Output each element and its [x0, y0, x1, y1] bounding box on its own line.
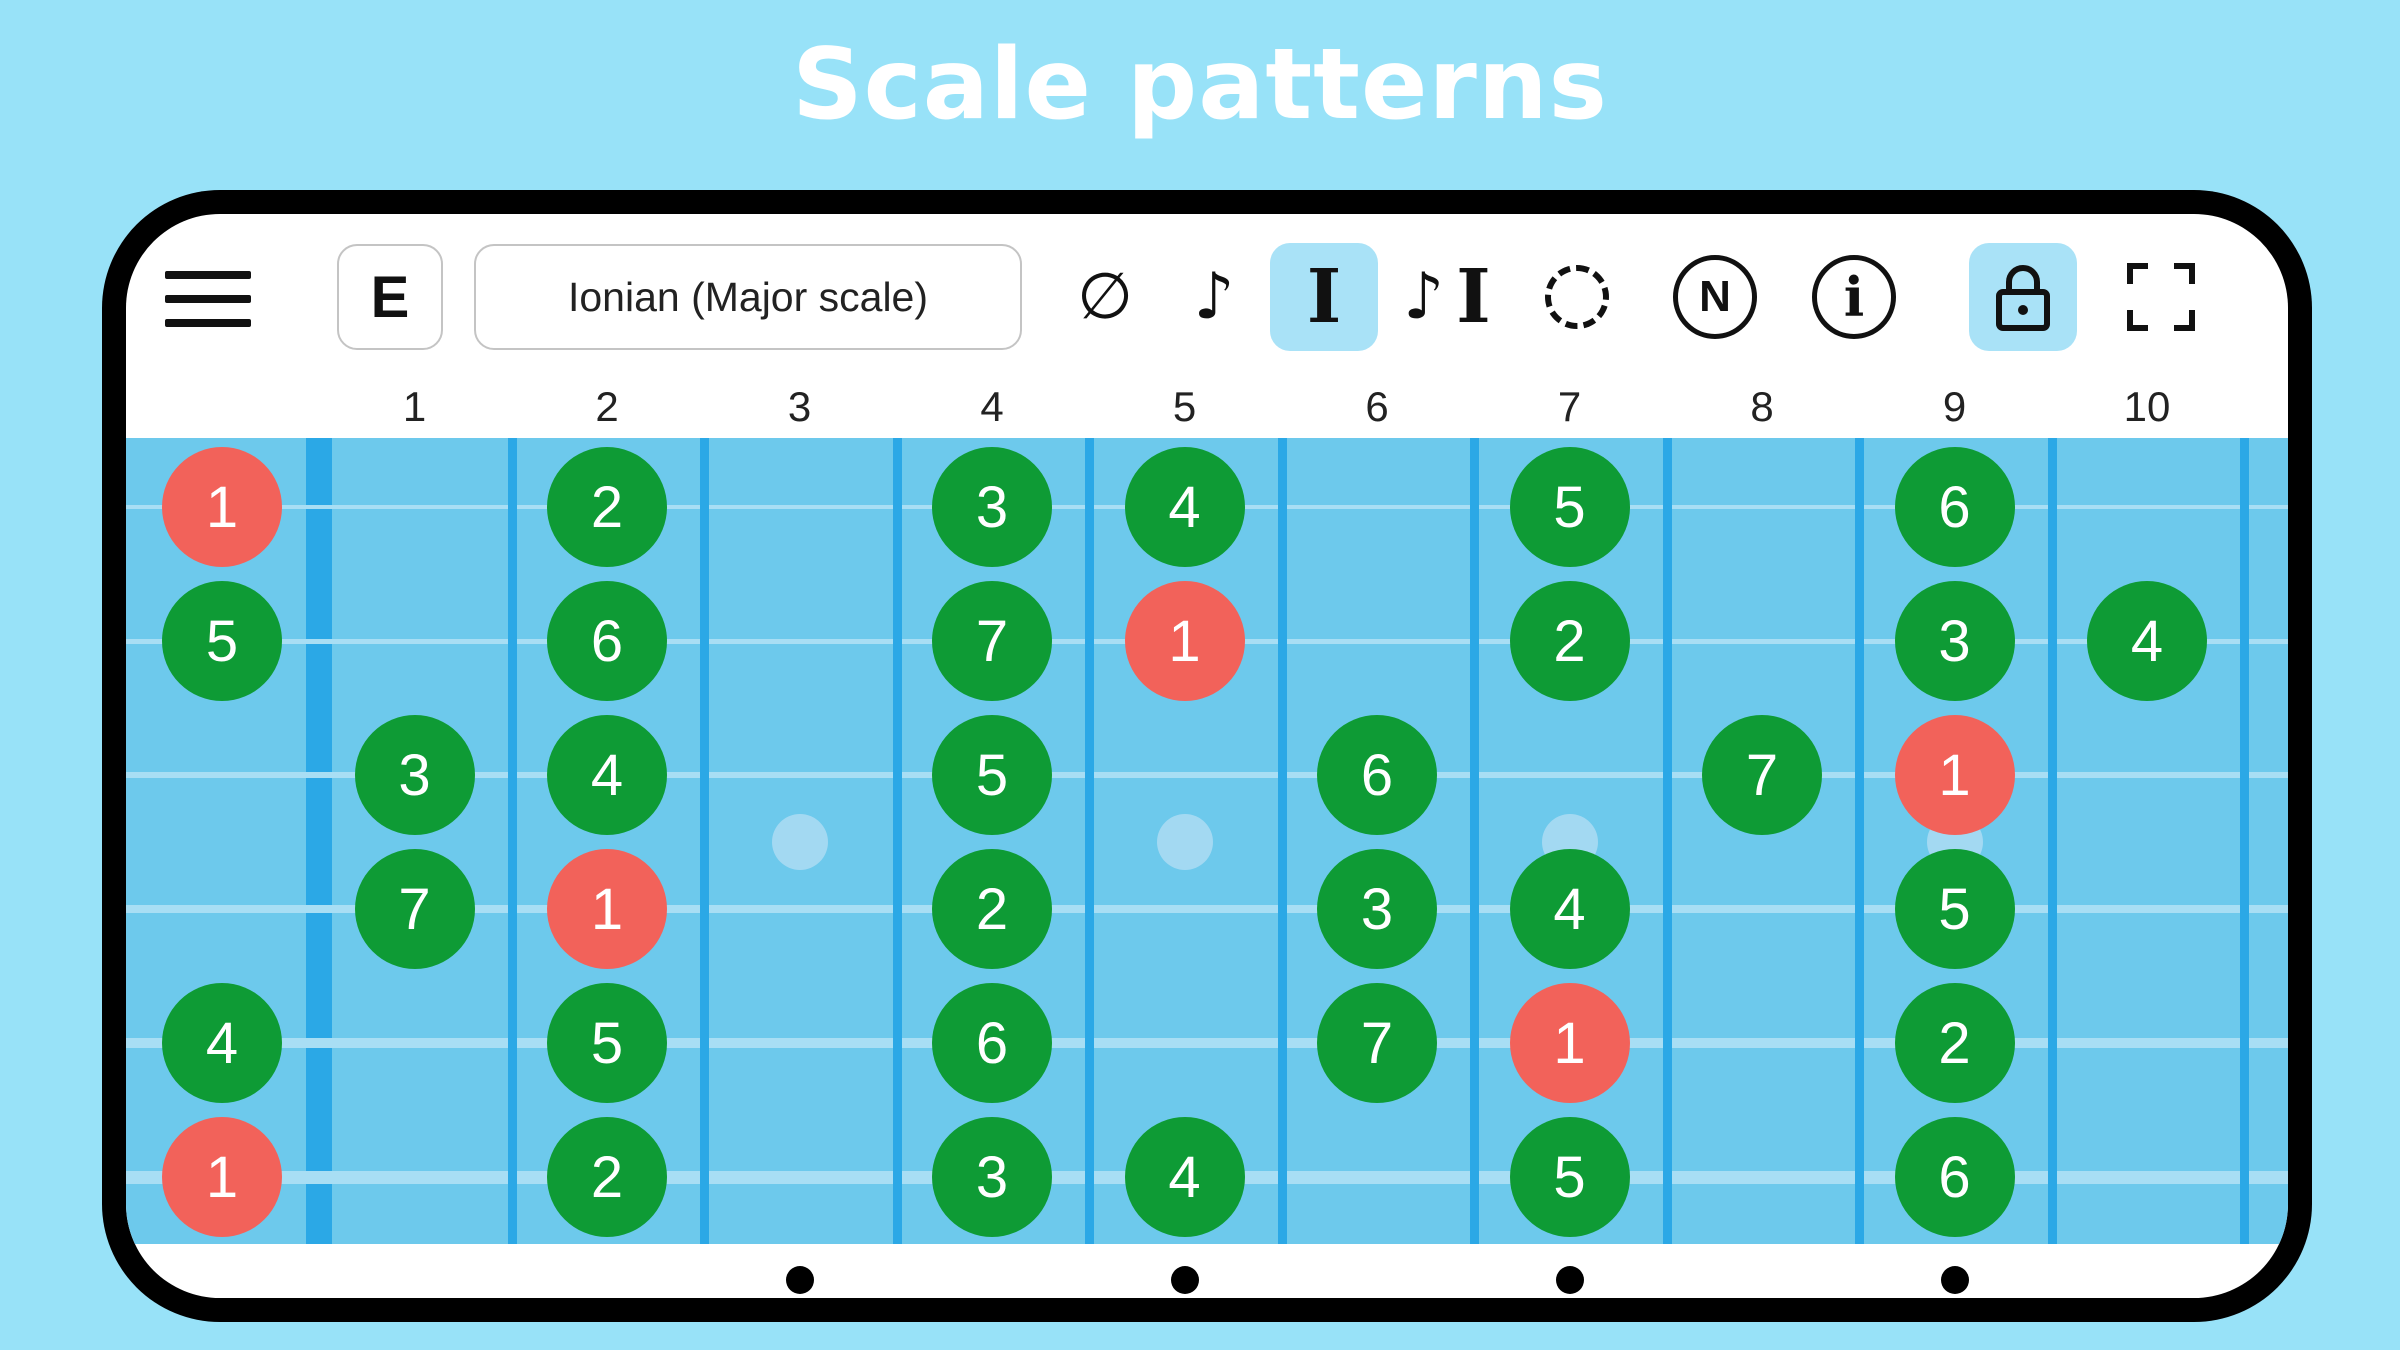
scale-note-marker[interactable]: 6: [1894, 447, 2015, 567]
scale-note-marker[interactable]: 2: [1894, 983, 2015, 1103]
fret-number: 6: [1365, 383, 1389, 430]
fret-wire: [1662, 438, 1672, 1244]
lock-icon: [1996, 265, 2050, 331]
fullscreen-icon: [2127, 263, 2195, 331]
root-note-marker[interactable]: 1: [1509, 983, 1630, 1103]
scale-note-marker[interactable]: 2: [547, 1117, 667, 1237]
fret-wire: [1470, 438, 1479, 1244]
empty-set-icon: ∅: [1077, 260, 1133, 334]
intervals-button[interactable]: I: [1270, 243, 1378, 351]
root-note-marker[interactable]: 1: [162, 1117, 282, 1237]
headline: Scale patterns: [792, 28, 1608, 142]
dashed-circle-icon: [1545, 265, 1609, 329]
eighth-note-icon: ♪: [1193, 260, 1235, 334]
fret-number: 3: [787, 383, 812, 430]
sound-button[interactable]: ♪: [1160, 243, 1268, 351]
circle-mode-button[interactable]: [1523, 243, 1631, 351]
scale-note-marker[interactable]: 4: [2087, 581, 2207, 701]
scale-note-marker[interactable]: 5: [932, 715, 1052, 835]
fret-marker-dot: [1170, 1266, 1199, 1294]
n-circle-icon: N: [1673, 255, 1757, 339]
fret-number: 1: [402, 383, 427, 430]
nut: [306, 438, 332, 1244]
scale-note-marker[interactable]: 3: [354, 715, 475, 835]
info-button[interactable]: i: [1800, 243, 1908, 351]
scale-note-marker[interactable]: 3: [1894, 581, 2015, 701]
root-note-marker[interactable]: 1: [1124, 581, 1245, 701]
scale-note-marker[interactable]: 3: [932, 447, 1052, 567]
fret-wire: [1277, 438, 1287, 1244]
fret-wire: [700, 438, 709, 1244]
scale-note-marker[interactable]: 5: [162, 581, 282, 701]
interval-glyph: I: [1456, 254, 1491, 340]
scale-note-marker[interactable]: 6: [1894, 1117, 2015, 1237]
fret-wire: [1855, 438, 1864, 1244]
fret-inlay: [1156, 814, 1213, 870]
scale-note-marker[interactable]: 4: [1124, 447, 1245, 567]
fret-number: 5: [1172, 383, 1197, 430]
scale-note-marker[interactable]: 7: [932, 581, 1052, 701]
sound-intervals-button[interactable]: ♪ I: [1382, 243, 1512, 351]
scale-note-marker[interactable]: 7: [354, 849, 475, 969]
scale-selector-button[interactable]: Ionian (Major scale): [474, 244, 1022, 350]
app-screen: E Ionian (Major scale) ∅ ♪ I ♪ I N i 1 2…: [126, 214, 2288, 1298]
root-note-marker[interactable]: 1: [1894, 715, 2015, 835]
scale-note-marker[interactable]: 2: [1509, 581, 1630, 701]
fret-number: 10: [2123, 383, 2171, 430]
fretboard: 1234565671234345671712345456712123456: [126, 438, 2288, 1244]
scale-note-marker[interactable]: 5: [1509, 447, 1630, 567]
note-names-button[interactable]: N: [1661, 243, 1769, 351]
scale-note-marker[interactable]: 4: [1509, 849, 1630, 969]
fret-wire: [2240, 438, 2249, 1244]
scale-note-marker[interactable]: 7: [1702, 715, 1822, 835]
fret-number: 2: [595, 383, 619, 430]
fret-marker-dot: [1555, 1266, 1584, 1294]
root-note-marker[interactable]: 1: [547, 849, 667, 969]
note-interval-icon: ♪ I: [1403, 260, 1490, 334]
hide-notes-button[interactable]: ∅: [1051, 243, 1159, 351]
scale-note-marker[interactable]: 6: [547, 581, 667, 701]
fret-marker-dot: [785, 1266, 814, 1294]
fret-number: 7: [1557, 383, 1582, 430]
scale-note-marker[interactable]: 6: [932, 983, 1052, 1103]
root-note-marker[interactable]: 1: [162, 447, 282, 567]
fret-wire: [2047, 438, 2057, 1244]
scale-note-marker[interactable]: 2: [547, 447, 667, 567]
fret-marker-dot: [1940, 1266, 1969, 1294]
fret-wire: [507, 438, 517, 1244]
scale-note-marker[interactable]: 5: [1509, 1117, 1630, 1237]
hamburger-menu-icon[interactable]: [165, 271, 251, 327]
scale-note-marker[interactable]: 2: [932, 849, 1052, 969]
fullscreen-button[interactable]: [2107, 243, 2215, 351]
fret-inlay: [771, 814, 828, 870]
scale-note-marker[interactable]: 3: [1317, 849, 1437, 969]
fret-wire: [892, 438, 902, 1244]
info-icon: i: [1812, 255, 1896, 339]
key-selector-button[interactable]: E: [337, 244, 443, 350]
fret-number: 4: [980, 383, 1004, 430]
note-glyph: ♪: [1403, 260, 1445, 334]
scale-note-marker[interactable]: 4: [547, 715, 667, 835]
scale-note-marker[interactable]: 4: [1124, 1117, 1245, 1237]
lock-button[interactable]: [1969, 243, 2077, 351]
scale-note-marker[interactable]: 4: [162, 983, 282, 1103]
interval-icon: I: [1306, 254, 1342, 340]
scale-note-marker[interactable]: 3: [932, 1117, 1052, 1237]
fret-number: 9: [1942, 383, 1967, 430]
scale-note-marker[interactable]: 5: [547, 983, 667, 1103]
fret-wire: [1085, 438, 1094, 1244]
scale-note-marker[interactable]: 6: [1317, 715, 1437, 835]
fret-number: 8: [1750, 383, 1774, 430]
scale-note-marker[interactable]: 7: [1317, 983, 1437, 1103]
scale-note-marker[interactable]: 5: [1894, 849, 2015, 969]
